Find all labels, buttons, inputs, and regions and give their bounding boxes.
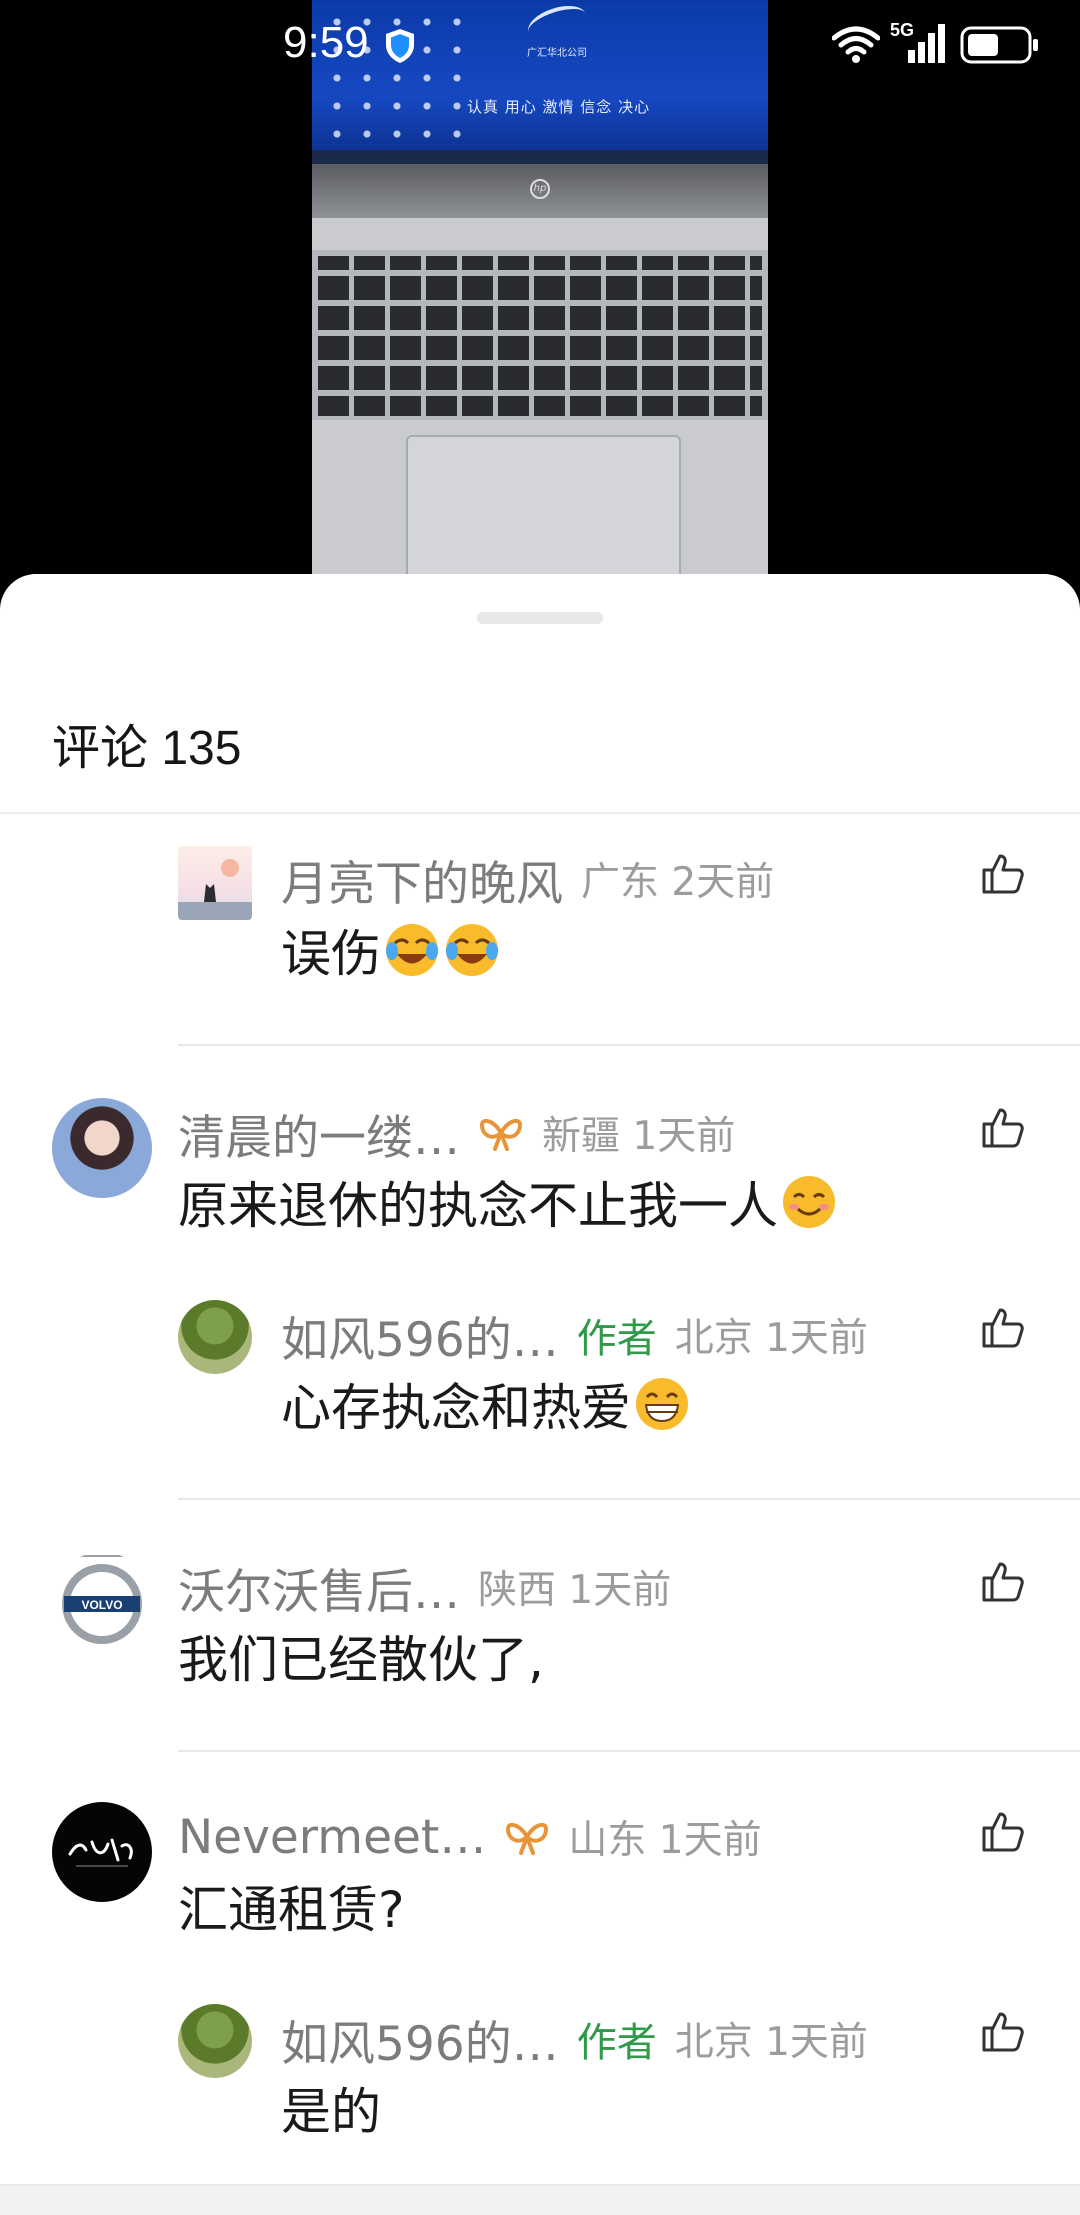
commenter-name[interactable]: 如风596的… bbox=[281, 1301, 559, 1370]
crying-laughing-emoji bbox=[386, 924, 438, 976]
bow-icon bbox=[479, 1118, 523, 1151]
avatar[interactable] bbox=[178, 2004, 252, 2078]
reply-comment: 月亮下的晚风 广东 2天前 误伤 bbox=[0, 844, 1080, 983]
comment-meta: 月亮下的晚风 广东 2天前 bbox=[281, 844, 774, 914]
like-icon[interactable] bbox=[978, 1558, 1026, 1606]
comment-region-time: 陕西 1天前 bbox=[478, 1568, 672, 1613]
comment-region-time: 广东 2天前 bbox=[581, 860, 775, 905]
avatar[interactable] bbox=[52, 1802, 152, 1902]
signal-icon bbox=[908, 24, 945, 63]
comment-meta: 清晨的一缕… 新疆 1天前 bbox=[178, 1098, 735, 1168]
commenter-name[interactable]: Nevermeet… bbox=[178, 1810, 486, 1865]
commenter-name[interactable]: 如风596的… bbox=[281, 2005, 559, 2074]
comment-text[interactable]: 是的 bbox=[281, 2072, 381, 2144]
avatar[interactable]: VOLVO bbox=[52, 1552, 152, 1652]
bow-icon bbox=[506, 1822, 549, 1855]
taskbar bbox=[312, 150, 768, 164]
comment-meta: 如风596的… 作者 北京 1天前 bbox=[281, 2004, 868, 2074]
comment-text[interactable]: 心存执念和热爱 bbox=[281, 1368, 691, 1440]
smile-emoji bbox=[783, 1176, 835, 1228]
video-player[interactable]: 广汇华北公司 认真 用心 激情 信念 决心 hp bbox=[0, 0, 1080, 600]
comments-title: 评论 135 bbox=[52, 722, 242, 775]
comment: Nevermeet… 山东 1天前 汇通租赁? bbox=[0, 1802, 1080, 1939]
comment-text[interactable]: 我们已经散伙了, bbox=[178, 1620, 544, 1692]
author-badge: 作者 bbox=[576, 2020, 657, 2066]
like-icon[interactable] bbox=[978, 1304, 1026, 1352]
comment: 清晨的一缕… 新疆 1天前 原来退休的执念不止我一人 bbox=[0, 1098, 1080, 1235]
grin-emoji bbox=[636, 1378, 688, 1430]
comment-text[interactable]: 误伤 bbox=[281, 914, 501, 986]
avatar[interactable] bbox=[178, 1300, 252, 1374]
like-icon[interactable] bbox=[978, 2008, 1026, 2056]
divider bbox=[0, 812, 1080, 814]
comment-input-bar[interactable] bbox=[0, 2184, 1080, 2215]
comment-text-content: 误伤 bbox=[281, 925, 381, 983]
commenter-name[interactable]: 月亮下的晚风 bbox=[281, 845, 563, 914]
avatar[interactable] bbox=[52, 1098, 152, 1198]
sheet-drag-handle[interactable] bbox=[477, 612, 603, 624]
shield-icon bbox=[386, 29, 414, 63]
like-icon[interactable] bbox=[978, 1104, 1026, 1152]
divider bbox=[178, 1750, 1080, 1752]
author-badge: 作者 bbox=[576, 1316, 657, 1362]
status-bar: 9:59 5G bbox=[0, 0, 1080, 90]
comment-sheet: 评论 135 月亮下的晚风 广东 2天前 误伤 清晨的一缕… 新疆 1天前 原来… bbox=[0, 574, 1080, 2215]
laptop-keyboard bbox=[312, 250, 768, 420]
reply-comment: 如风596的… 作者 北京 1天前 心存执念和热爱 bbox=[0, 1300, 1080, 1437]
screen-slogan: 认真 用心 激情 信念 决心 bbox=[467, 98, 651, 116]
comment-text[interactable]: 原来退休的执念不止我一人 bbox=[178, 1166, 838, 1238]
divider bbox=[178, 1498, 1080, 1500]
crying-laughing-emoji bbox=[446, 924, 498, 976]
laptop-bezel: hp bbox=[312, 164, 768, 218]
comment-text[interactable]: 汇通租赁? bbox=[178, 1870, 405, 1942]
comment: VOLVO 沃尔沃售后… 陕西 1天前 我们已经散伙了, bbox=[0, 1552, 1080, 1689]
commenter-name[interactable]: 沃尔沃售后… bbox=[178, 1553, 460, 1622]
svg-text:VOLVO: VOLVO bbox=[81, 1598, 122, 1612]
comment-region-time: 新疆 1天前 bbox=[542, 1114, 736, 1159]
hp-logo: hp bbox=[530, 179, 550, 199]
laptop-trackpad bbox=[406, 435, 681, 575]
like-icon[interactable] bbox=[978, 850, 1026, 898]
comment-text-content: 原来退休的执念不止我一人 bbox=[178, 1177, 778, 1235]
comment-meta: Nevermeet… 山东 1天前 bbox=[178, 1802, 762, 1872]
comment-region-time: 山东 1天前 bbox=[568, 1818, 762, 1863]
like-icon[interactable] bbox=[978, 1808, 1026, 1856]
comment-meta: 如风596的… 作者 北京 1天前 bbox=[281, 1300, 868, 1370]
divider bbox=[178, 1044, 1080, 1046]
comment-meta: 沃尔沃售后… 陕西 1天前 bbox=[178, 1552, 671, 1622]
status-time: 9:59 bbox=[283, 18, 369, 67]
avatar[interactable] bbox=[178, 846, 252, 920]
wifi-icon bbox=[832, 26, 880, 63]
comment-region-time: 北京 1天前 bbox=[674, 2020, 868, 2065]
commenter-name[interactable]: 清晨的一缕… bbox=[178, 1099, 460, 1168]
comment-text-content: 是的 bbox=[281, 2083, 381, 2141]
battery-icon bbox=[960, 26, 1038, 64]
reply-comment: 如风596的… 作者 北京 1天前 是的 bbox=[0, 2004, 1080, 2141]
comment-text-content: 我们已经散伙了, bbox=[178, 1631, 544, 1689]
comment-region-time: 北京 1天前 bbox=[674, 1316, 868, 1361]
comment-text-content: 心存执念和热爱 bbox=[281, 1379, 631, 1437]
comment-text-content: 汇通租赁? bbox=[178, 1881, 405, 1939]
